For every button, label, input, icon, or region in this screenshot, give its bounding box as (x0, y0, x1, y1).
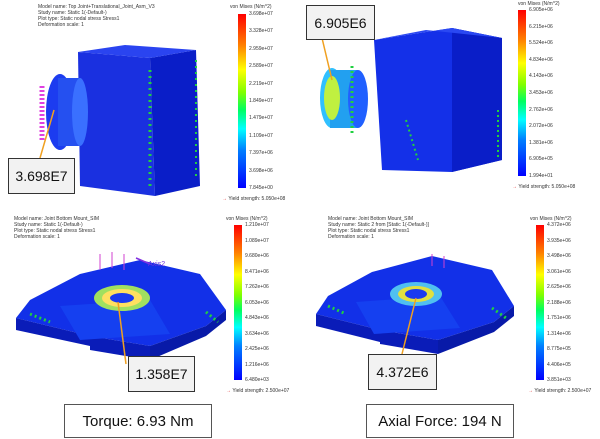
yield-strength: → Yield strength: 5.050e+08 (512, 184, 575, 190)
tick-label: 4.834e+06 (529, 56, 553, 63)
tick-label: 2.762e+06 (529, 106, 553, 113)
panel-bottom-right: Model name: Joint Bottom Mount_SIM Study… (302, 214, 600, 402)
tick-label: 1.381e+06 (529, 139, 553, 146)
yield-text: Yield strength: 2.500e+07 (232, 388, 290, 394)
tick-label: 6.905e+06 (529, 7, 553, 13)
tick-label: 4.143e+06 (529, 73, 553, 80)
tick-label: 3.498e+06 (547, 253, 571, 259)
max-stress-callout: 4.372E6 (368, 354, 437, 390)
tick-label: 7.845e+00 (249, 185, 273, 191)
max-stress-callout: 6.905E6 (306, 5, 375, 40)
tick-label: 2.959e+07 (249, 45, 273, 52)
stress-color-bar (238, 14, 246, 188)
tick-label: 3.851e+03 (547, 377, 571, 383)
legend-ticks: 6.905e+06 6.215e+06 5.524e+06 4.834e+06 … (529, 7, 569, 179)
tick-label: 6.905e+05 (529, 156, 553, 163)
tick-label: 2.425e+06 (245, 346, 269, 352)
tick-label: 3.061e+06 (547, 268, 571, 275)
max-stress-callout: 1.358E7 (128, 356, 195, 392)
stress-color-bar (518, 10, 526, 176)
panel-top-right: von Mises (N/m^2) 6.905e+06 6.215e+06 5.… (302, 0, 600, 212)
yield-strength: → Yield strength: 5.050e+08 (222, 196, 285, 202)
legend-ticks: 3.698e+07 3.328e+07 2.959e+07 2.589e+07 … (249, 11, 289, 191)
axial-force-caption: Axial Force: 194 N (366, 404, 514, 438)
axis-label: Axis2 (148, 261, 166, 268)
legend-title: von Mises (N/m^2) (230, 4, 272, 10)
tick-label: 6.480e+03 (245, 377, 269, 383)
yield-text: Yield strength: 2.500e+07 (534, 388, 592, 394)
tick-label: 2.219e+07 (249, 80, 273, 87)
tick-label: 1.216e+06 (245, 361, 269, 368)
tick-label: 1.479e+07 (249, 115, 273, 122)
tick-label: 6.215e+06 (529, 23, 553, 30)
tick-label: 9.680e+06 (245, 253, 269, 259)
yield-strength: → Yield strength: 2.500e+07 (226, 388, 289, 394)
tick-label: 2.625e+06 (547, 284, 571, 290)
tick-label: 3.328e+07 (249, 28, 273, 35)
tick-label: 3.634e+06 (245, 330, 269, 337)
tick-label: 5.524e+06 (529, 40, 553, 47)
tick-label: 8.775e+05 (547, 346, 571, 352)
panel-bottom-left: Model name: Joint Bottom Mount_SIM Study… (0, 214, 296, 402)
tick-label: 3.453e+06 (529, 90, 553, 96)
tick-label: 6.053e+06 (245, 299, 269, 306)
tick-label: 2.072e+06 (529, 123, 553, 130)
tick-label: 1.751e+06 (547, 315, 571, 321)
tick-label: 4.843e+06 (245, 315, 269, 321)
legend-ticks: 4.372e+06 3.935e+06 3.498e+06 3.061e+06 … (547, 222, 587, 383)
tick-label: 1.089e+07 (245, 237, 269, 244)
tick-label: 4.406e+05 (547, 361, 571, 368)
stress-color-bar (536, 225, 544, 380)
tick-label: 3.698e+07 (249, 11, 273, 17)
stress-color-bar (234, 225, 242, 380)
tick-label: 1.314e+06 (547, 330, 571, 337)
tick-label: 8.471e+06 (245, 268, 269, 275)
tick-label: 1.849e+07 (249, 98, 273, 104)
tick-label: 2.188e+06 (547, 299, 571, 306)
tick-label: 1.210e+07 (245, 222, 269, 228)
panel-top-left: Model name: Top Joint+Translational_Join… (0, 0, 296, 212)
max-stress-callout: 3.698E7 (8, 158, 75, 194)
tick-label: 4.372e+06 (547, 222, 571, 228)
tick-label: 3.935e+06 (547, 237, 571, 244)
tick-label: 1.109e+07 (249, 132, 273, 139)
tick-label: 1.994e+01 (529, 173, 553, 179)
tick-label: 7.262e+06 (245, 284, 269, 290)
yield-text: Yield strength: 5.050e+08 (228, 196, 286, 202)
tick-label: 7.397e+06 (249, 150, 273, 157)
yield-strength: → Yield strength: 2.500e+07 (528, 388, 591, 394)
torque-caption: Torque: 6.93 Nm (64, 404, 212, 438)
yield-text: Yield strength: 5.050e+08 (518, 184, 576, 190)
tick-label: 2.589e+07 (249, 63, 273, 70)
legend-ticks: 1.210e+07 1.089e+07 9.680e+06 8.471e+06 … (245, 222, 285, 383)
tick-label: 3.698e+06 (249, 167, 273, 174)
